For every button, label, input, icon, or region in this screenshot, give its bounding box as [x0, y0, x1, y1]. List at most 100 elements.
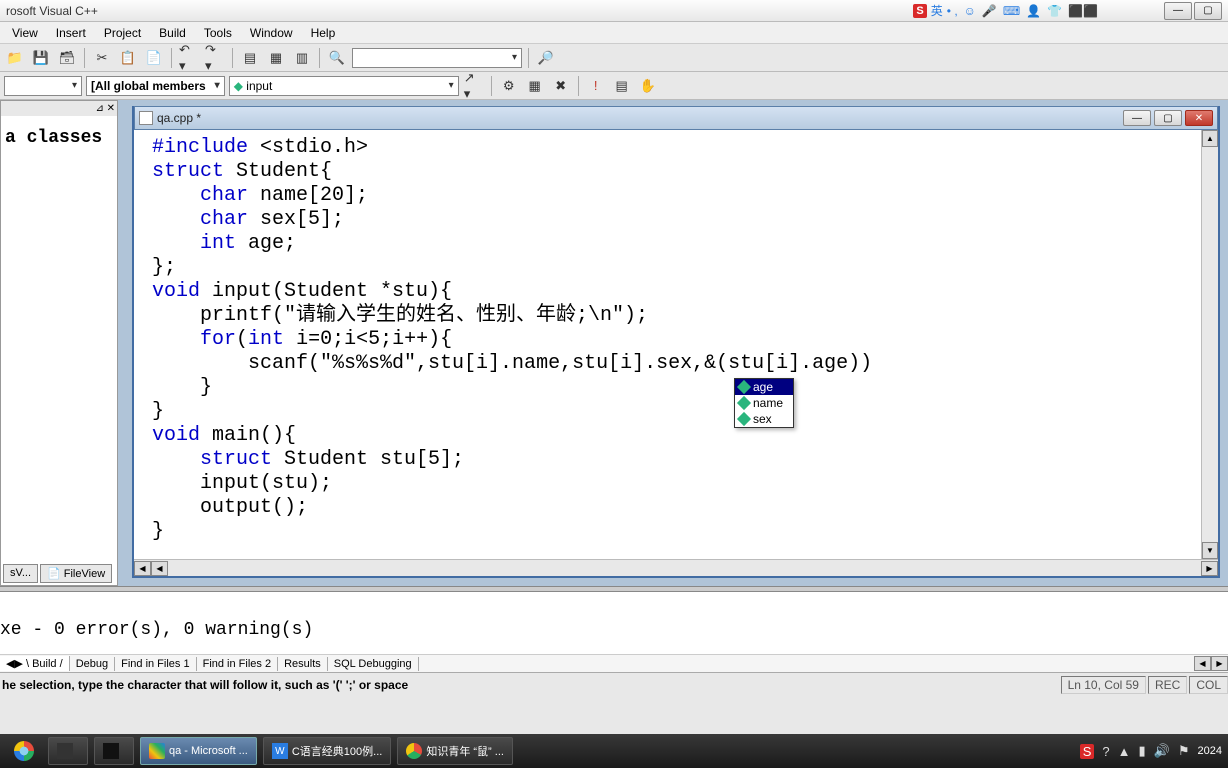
- code-editor[interactable]: #include <stdio.h> struct Student{ char …: [134, 130, 1201, 559]
- output-text[interactable]: xe - 0 error(s), 0 warning(s): [0, 592, 1228, 640]
- editor-maximize-button[interactable]: ▢: [1154, 110, 1182, 126]
- workspace-sidebar: ⊿ ✕ a classes sV... 📄 FileView: [0, 100, 118, 586]
- output-tab-sql[interactable]: SQL Debugging: [328, 657, 419, 671]
- member-icon: [737, 412, 751, 426]
- separator: [578, 76, 579, 96]
- scope-combo[interactable]: [All global members: [86, 76, 225, 96]
- maximize-button[interactable]: ▢: [1194, 2, 1222, 20]
- taskbar-item-vc[interactable]: qa - Microsoft ...: [140, 737, 257, 765]
- status-rec: REC: [1148, 676, 1187, 694]
- output-tab-find1[interactable]: Find in Files 1: [115, 657, 196, 671]
- menu-build[interactable]: Build: [151, 24, 194, 42]
- ime-mic-icon[interactable]: 🎤: [982, 4, 997, 18]
- statusbar: he selection, type the character that wi…: [0, 672, 1228, 697]
- menu-project[interactable]: Project: [96, 24, 149, 42]
- menu-help[interactable]: Help: [303, 24, 344, 42]
- menu-insert[interactable]: Insert: [48, 24, 94, 42]
- editor-close-button[interactable]: ✕: [1185, 110, 1213, 126]
- separator: [84, 48, 85, 68]
- autocomplete-item[interactable]: name: [735, 395, 793, 411]
- execute-icon[interactable]: !: [585, 75, 607, 97]
- output-scroll[interactable]: ◀ ▶: [1194, 656, 1228, 671]
- autocomplete-item[interactable]: age: [735, 379, 793, 395]
- paste-icon[interactable]: 📄: [143, 47, 165, 69]
- tray-flag-icon[interactable]: ⚑: [1178, 743, 1190, 759]
- ime-grid-icon[interactable]: ⬛⬛: [1068, 4, 1098, 18]
- workspace-icon[interactable]: ▤: [239, 47, 261, 69]
- ime-smile-icon[interactable]: ☺: [964, 4, 976, 18]
- breakpoint-icon[interactable]: ✋: [637, 75, 659, 97]
- output-tab-build[interactable]: ◀▶ \ Build /: [0, 656, 70, 671]
- open-icon[interactable]: 📁: [4, 47, 26, 69]
- taskbar-item-terminal[interactable]: [94, 737, 134, 765]
- redo-icon[interactable]: ↷ ▾: [204, 47, 226, 69]
- scroll-up-icon[interactable]: ▲: [1202, 130, 1218, 147]
- horizontal-scrollbar[interactable]: ◀ ◀ ▶: [134, 559, 1218, 576]
- editor-window-controls: — ▢ ✕: [1123, 110, 1213, 126]
- tray-volume-icon[interactable]: 🔊: [1154, 743, 1170, 759]
- ime-shirt-icon[interactable]: 👕: [1047, 4, 1062, 18]
- tray-chevron-icon[interactable]: ▲: [1118, 744, 1131, 759]
- scroll-left2-icon[interactable]: ◀: [151, 561, 168, 576]
- tile-icon[interactable]: ▥: [291, 47, 313, 69]
- scroll-left-icon[interactable]: ◀: [134, 561, 151, 576]
- vc-icon: [149, 743, 165, 759]
- tray-sogou-icon[interactable]: S: [1080, 744, 1095, 759]
- scroll-left-icon[interactable]: ◀: [1194, 656, 1211, 671]
- ime-lang[interactable]: 英: [931, 2, 943, 19]
- ime-person-icon[interactable]: 👤: [1026, 4, 1041, 18]
- output-tab-results[interactable]: Results: [278, 657, 328, 671]
- sidebar-tab-classview[interactable]: sV...: [3, 564, 38, 583]
- ime-keyboard-icon[interactable]: ⌨: [1003, 4, 1020, 18]
- status-hint: he selection, type the character that wi…: [0, 678, 1059, 692]
- class-combo[interactable]: [4, 76, 82, 96]
- sidebar-content[interactable]: a classes: [1, 116, 117, 160]
- ime-badge[interactable]: S: [913, 4, 926, 18]
- function-combo[interactable]: ◆ input: [229, 76, 459, 96]
- scroll-down-icon[interactable]: ▼: [1202, 542, 1218, 559]
- output-tab-debug[interactable]: Debug: [70, 657, 115, 671]
- autocomplete-popup: age name sex: [734, 378, 794, 428]
- undo-icon[interactable]: ↶ ▾: [178, 47, 200, 69]
- title-right: S 英 • , ☺ 🎤 ⌨ 👤 👕 ⬛⬛ — ▢: [913, 2, 1222, 20]
- start-button[interactable]: [6, 737, 42, 765]
- autocomplete-item[interactable]: sex: [735, 411, 793, 427]
- scroll-right-icon[interactable]: ▶: [1201, 561, 1218, 576]
- tray-help-icon[interactable]: ?: [1102, 744, 1109, 759]
- taskbar-item-wps[interactable]: WC语言经典100例...: [263, 737, 391, 765]
- tray-clock[interactable]: 2024: [1198, 745, 1222, 757]
- compile-icon[interactable]: ⚙: [498, 75, 520, 97]
- go-icon[interactable]: ↗ ▾: [463, 75, 485, 97]
- find-icon[interactable]: 🔎: [535, 47, 557, 69]
- minimize-button[interactable]: —: [1164, 2, 1192, 20]
- output-tab-find2[interactable]: Find in Files 2: [197, 657, 278, 671]
- find-in-files-icon[interactable]: 🔍: [326, 47, 348, 69]
- editor-minimize-button[interactable]: —: [1123, 110, 1151, 126]
- sidebar-tab-fileview[interactable]: 📄 FileView: [40, 564, 112, 583]
- build-icon[interactable]: ▦: [524, 75, 546, 97]
- editor-titlebar[interactable]: qa.cpp * — ▢ ✕: [134, 106, 1218, 130]
- menu-window[interactable]: Window: [242, 24, 301, 42]
- cut-icon[interactable]: ✂: [91, 47, 113, 69]
- toolbar-standard: 📁 💾 🗃 ✂ 📋 📄 ↶ ▾ ↷ ▾ ▤ ▦ ▥ 🔍 🔎: [0, 44, 1228, 72]
- sidebar-tabs: sV... 📄 FileView: [3, 564, 114, 583]
- save-all-icon[interactable]: 🗃: [56, 47, 78, 69]
- taskbar-item-nox[interactable]: [48, 737, 88, 765]
- search-combo[interactable]: [352, 48, 522, 68]
- window-list-icon[interactable]: ▦: [265, 47, 287, 69]
- taskbar-item-chrome[interactable]: 知识青年 “鼠” ...: [397, 737, 513, 765]
- tray-network-icon[interactable]: ▮: [1139, 743, 1146, 759]
- member-icon: [737, 396, 751, 410]
- scroll-right-icon[interactable]: ▶: [1211, 656, 1228, 671]
- copy-icon[interactable]: 📋: [117, 47, 139, 69]
- sidebar-close[interactable]: ⊿ ✕: [1, 101, 117, 116]
- terminal-icon: [103, 743, 119, 759]
- go-debug-icon[interactable]: ▤: [611, 75, 633, 97]
- vertical-scrollbar[interactable]: ▲ ▼: [1201, 130, 1218, 559]
- taskbar: qa - Microsoft ... WC语言经典100例... 知识青年 “鼠…: [0, 734, 1228, 768]
- stop-build-icon[interactable]: ✖: [550, 75, 572, 97]
- menu-view[interactable]: View: [4, 24, 46, 42]
- menu-tools[interactable]: Tools: [196, 24, 240, 42]
- output-pane: xe - 0 error(s), 0 warning(s) ◀▶ \ Build…: [0, 592, 1228, 672]
- save-icon[interactable]: 💾: [30, 47, 52, 69]
